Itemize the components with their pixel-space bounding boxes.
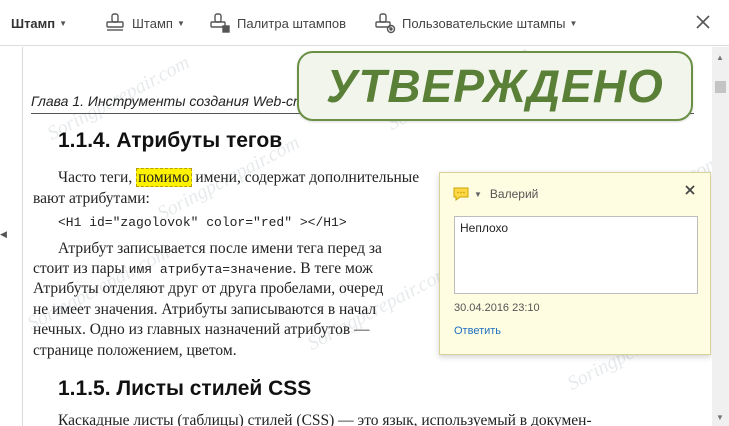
scroll-thumb[interactable] (715, 81, 726, 93)
text-run: имени, содержат дополнительные (191, 169, 420, 186)
text-run: Часто теги, (58, 169, 137, 186)
comment-author: Валерий (489, 187, 539, 201)
close-icon (696, 15, 710, 29)
stamp-palette-icon (209, 12, 231, 34)
comment-timestamp: 30.04.2016 23:10 (454, 302, 540, 314)
text-run: стоит из пары (33, 260, 129, 277)
chevron-down-icon: ▼ (59, 18, 68, 28)
chevron-down-icon: ▼ (176, 18, 185, 28)
close-icon (685, 185, 695, 195)
stamp-toolbar: Штамп ▼ Штамп ▼ Палитра штампов Пользова… (0, 0, 729, 46)
code-text: имя атрибута=значение (128, 262, 293, 277)
stamp-button-label: Штамп (132, 15, 173, 31)
custom-stamps-label: Пользовательские штампы (402, 15, 566, 31)
paragraph-line: Каскадные листы (таблицы) стилей (CSS) —… (58, 412, 592, 426)
highlighted-text[interactable]: помимо (136, 168, 192, 187)
stamp-palette-button[interactable]: Палитра штампов (209, 12, 346, 34)
stamp-palette-label: Палитра штампов (237, 15, 347, 31)
comment-close-button[interactable] (684, 183, 696, 201)
section-heading: 1.1.4. Атрибуты тегов (58, 129, 283, 152)
comment-bubble-icon[interactable] (452, 186, 470, 202)
chevron-down-icon: ▼ (569, 18, 578, 28)
section-heading: 1.1.5. Листы стилей CSS (58, 377, 312, 400)
scroll-down-icon[interactable]: ▼ (716, 413, 724, 422)
vertical-scrollbar[interactable]: ▲ ▼ (712, 47, 729, 426)
stamp-menu-button[interactable]: Штамп ▼ (11, 12, 67, 34)
reply-link[interactable]: Ответить (454, 325, 501, 337)
stamp-menu-label: Штамп (11, 15, 56, 31)
scroll-up-icon[interactable]: ▲ (716, 53, 724, 62)
comment-text-field[interactable]: Неплохо (454, 216, 698, 294)
close-button[interactable] (693, 12, 713, 32)
stamp-icon (104, 12, 126, 34)
document-view[interactable]: ◀ Soringpcrepair.com Soringpcrepair.com … (0, 47, 712, 426)
chevron-down-icon[interactable]: ▼ (474, 190, 482, 199)
approved-stamp[interactable]: УТВЕРЖДЕНО (297, 51, 693, 121)
stamp-text: УТВЕРЖДЕНО (326, 60, 664, 112)
comment-popup[interactable]: ▼ Валерий Неплохо 30.04.2016 23:10 Ответ… (439, 172, 711, 355)
page-edge (22, 47, 23, 426)
custom-stamp-icon (374, 12, 396, 34)
collapse-left-icon[interactable]: ◀ (0, 229, 7, 240)
comment-header: ▼ Валерий (452, 185, 538, 203)
stamp-button[interactable]: Штамп ▼ (104, 12, 185, 34)
custom-stamps-button[interactable]: Пользовательские штампы ▼ (374, 12, 577, 34)
text-run: . В теге мож (292, 260, 373, 277)
